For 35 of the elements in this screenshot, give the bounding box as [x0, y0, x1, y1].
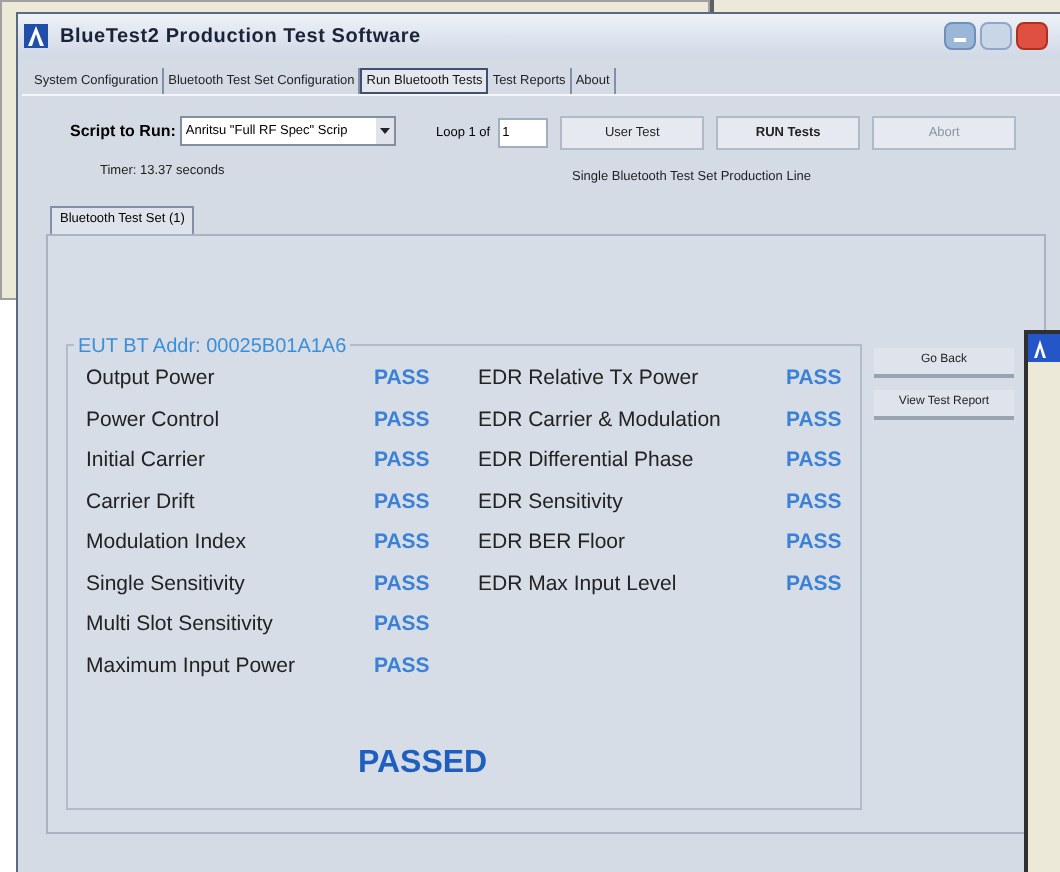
- test-result: PASS: [374, 405, 430, 436]
- test-result: PASS: [786, 405, 842, 436]
- window-title: BlueTest2 Production Test Software: [60, 23, 421, 51]
- test-result: PASS: [374, 528, 430, 559]
- test-result: PASS: [786, 487, 842, 518]
- test-name: Modulation Index: [86, 528, 248, 559]
- app-logo-icon: [24, 24, 48, 48]
- test-result: PASS: [374, 364, 430, 395]
- test-result: PASS: [786, 569, 842, 600]
- test-result: PASS: [374, 610, 430, 641]
- test-result: PASS: [786, 446, 842, 477]
- test-name: Initial Carrier: [86, 446, 208, 477]
- test-name: Maximum Input Power: [86, 651, 297, 682]
- test-name: Output Power: [86, 364, 217, 395]
- close-button[interactable]: [1016, 22, 1048, 50]
- test-name: Power Control: [86, 405, 222, 436]
- test-name: Single Sensitivity: [86, 569, 247, 600]
- app-logo-icon: [1032, 339, 1048, 357]
- test-result: PASS: [786, 364, 842, 395]
- overall-result: PASSED: [358, 745, 488, 780]
- test-name: EDR Sensitivity: [478, 487, 625, 518]
- test-result: PASS: [374, 569, 430, 600]
- test-name: Carrier Drift: [86, 487, 197, 518]
- test-result: PASS: [786, 528, 842, 559]
- test-name: EDR BER Floor: [478, 528, 628, 559]
- test-result: PASS: [374, 446, 430, 477]
- test-name: Multi Slot Sensitivity: [86, 610, 275, 641]
- test-name: EDR Max Input Level: [478, 569, 679, 600]
- test-name: EDR Relative Tx Power: [478, 364, 701, 395]
- test-name: EDR Carrier & Modulation: [478, 405, 723, 436]
- test-result: PASS: [374, 651, 430, 682]
- script-label: Script to Run:: [70, 119, 176, 143]
- test-result: PASS: [374, 487, 430, 518]
- test-name: EDR Differential Phase: [478, 446, 696, 477]
- minimize-button[interactable]: [944, 22, 976, 50]
